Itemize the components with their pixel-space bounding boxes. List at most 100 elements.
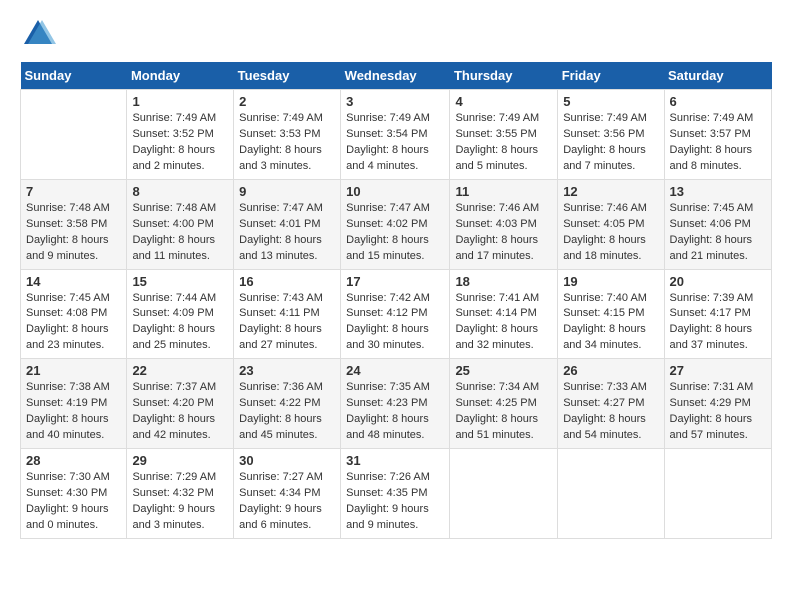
day-number: 18 bbox=[455, 274, 552, 289]
day-info: Sunrise: 7:29 AM Sunset: 4:32 PM Dayligh… bbox=[132, 470, 228, 534]
logo bbox=[20, 16, 60, 52]
day-info: Sunrise: 7:48 AM Sunset: 3:58 PM Dayligh… bbox=[26, 201, 121, 265]
calendar-cell: 30Sunrise: 7:27 AM Sunset: 4:34 PM Dayli… bbox=[234, 449, 341, 539]
day-info: Sunrise: 7:45 AM Sunset: 4:08 PM Dayligh… bbox=[26, 291, 121, 355]
calendar-table: SundayMondayTuesdayWednesdayThursdayFrid… bbox=[20, 62, 772, 539]
calendar-cell: 16Sunrise: 7:43 AM Sunset: 4:11 PM Dayli… bbox=[234, 269, 341, 359]
day-number: 10 bbox=[346, 184, 444, 199]
calendar-cell: 7 Sunrise: 7:48 AM Sunset: 3:58 PM Daylig… bbox=[21, 179, 127, 269]
calendar-cell: 11Sunrise: 7:46 AM Sunset: 4:03 PM Dayli… bbox=[450, 179, 558, 269]
weekday-header: Tuesday bbox=[234, 62, 341, 90]
day-number: 1 bbox=[132, 94, 228, 109]
day-info: Sunrise: 7:46 AM Sunset: 4:03 PM Dayligh… bbox=[455, 201, 552, 265]
day-number: 13 bbox=[670, 184, 766, 199]
day-info: Sunrise: 7:38 AM Sunset: 4:19 PM Dayligh… bbox=[26, 380, 121, 444]
day-info: Sunrise: 7:40 AM Sunset: 4:15 PM Dayligh… bbox=[563, 291, 658, 355]
day-info: Sunrise: 7:34 AM Sunset: 4:25 PM Dayligh… bbox=[455, 380, 552, 444]
calendar-cell bbox=[450, 449, 558, 539]
day-info: Sunrise: 7:36 AM Sunset: 4:22 PM Dayligh… bbox=[239, 380, 335, 444]
calendar-cell: 27 Sunrise: 7:31 AM Sunset: 4:29 PM Dayli… bbox=[664, 359, 771, 449]
calendar-cell: 31 Sunrise: 7:26 AM Sunset: 4:35 PM Dayli… bbox=[341, 449, 450, 539]
day-number: 5 bbox=[563, 94, 658, 109]
calendar-cell: 19 Sunrise: 7:40 AM Sunset: 4:15 PM Dayli… bbox=[558, 269, 664, 359]
calendar-week-row: 21 Sunrise: 7:38 AM Sunset: 4:19 PM Dayli… bbox=[21, 359, 772, 449]
day-info: Sunrise: 7:49 AM Sunset: 3:52 PM Dayligh… bbox=[132, 111, 228, 175]
day-number: 6 bbox=[670, 94, 766, 109]
day-number: 29 bbox=[132, 453, 228, 468]
day-number: 16 bbox=[239, 274, 335, 289]
calendar-cell: 8Sunrise: 7:48 AM Sunset: 4:00 PM Daylig… bbox=[127, 179, 234, 269]
day-info: Sunrise: 7:49 AM Sunset: 3:55 PM Dayligh… bbox=[455, 111, 552, 175]
day-info: Sunrise: 7:41 AM Sunset: 4:14 PM Dayligh… bbox=[455, 291, 552, 355]
calendar-cell: 21 Sunrise: 7:38 AM Sunset: 4:19 PM Dayli… bbox=[21, 359, 127, 449]
day-number: 27 bbox=[670, 363, 766, 378]
calendar-cell: 18 Sunrise: 7:41 AM Sunset: 4:14 PM Dayli… bbox=[450, 269, 558, 359]
calendar-week-row: 14 Sunrise: 7:45 AM Sunset: 4:08 PM Dayli… bbox=[21, 269, 772, 359]
calendar-week-row: 1 Sunrise: 7:49 AM Sunset: 3:52 PM Daylig… bbox=[21, 90, 772, 180]
day-info: Sunrise: 7:37 AM Sunset: 4:20 PM Dayligh… bbox=[132, 380, 228, 444]
day-number: 24 bbox=[346, 363, 444, 378]
day-info: Sunrise: 7:47 AM Sunset: 4:01 PM Dayligh… bbox=[239, 201, 335, 265]
day-info: Sunrise: 7:39 AM Sunset: 4:17 PM Dayligh… bbox=[670, 291, 766, 355]
day-info: Sunrise: 7:27 AM Sunset: 4:34 PM Dayligh… bbox=[239, 470, 335, 534]
day-info: Sunrise: 7:45 AM Sunset: 4:06 PM Dayligh… bbox=[670, 201, 766, 265]
day-info: Sunrise: 7:30 AM Sunset: 4:30 PM Dayligh… bbox=[26, 470, 121, 534]
day-info: Sunrise: 7:42 AM Sunset: 4:12 PM Dayligh… bbox=[346, 291, 444, 355]
calendar-cell: 5Sunrise: 7:49 AM Sunset: 3:56 PM Daylig… bbox=[558, 90, 664, 180]
calendar-cell: 12Sunrise: 7:46 AM Sunset: 4:05 PM Dayli… bbox=[558, 179, 664, 269]
day-number: 4 bbox=[455, 94, 552, 109]
day-number: 7 bbox=[26, 184, 121, 199]
day-number: 17 bbox=[346, 274, 444, 289]
calendar-header-row: SundayMondayTuesdayWednesdayThursdayFrid… bbox=[21, 62, 772, 90]
calendar-cell bbox=[558, 449, 664, 539]
calendar-cell: 4 Sunrise: 7:49 AM Sunset: 3:55 PM Daylig… bbox=[450, 90, 558, 180]
calendar-cell: 25 Sunrise: 7:34 AM Sunset: 4:25 PM Dayli… bbox=[450, 359, 558, 449]
day-info: Sunrise: 7:49 AM Sunset: 3:54 PM Dayligh… bbox=[346, 111, 444, 175]
day-number: 19 bbox=[563, 274, 658, 289]
day-info: Sunrise: 7:49 AM Sunset: 3:53 PM Dayligh… bbox=[239, 111, 335, 175]
day-number: 22 bbox=[132, 363, 228, 378]
day-info: Sunrise: 7:49 AM Sunset: 3:57 PM Dayligh… bbox=[670, 111, 766, 175]
calendar-cell: 10 Sunrise: 7:47 AM Sunset: 4:02 PM Dayli… bbox=[341, 179, 450, 269]
calendar-cell bbox=[21, 90, 127, 180]
day-number: 2 bbox=[239, 94, 335, 109]
weekday-header: Wednesday bbox=[341, 62, 450, 90]
logo-icon bbox=[20, 16, 56, 52]
calendar-cell: 15 Sunrise: 7:44 AM Sunset: 4:09 PM Dayli… bbox=[127, 269, 234, 359]
weekday-header: Sunday bbox=[21, 62, 127, 90]
calendar-cell: 2 Sunrise: 7:49 AM Sunset: 3:53 PM Daylig… bbox=[234, 90, 341, 180]
calendar-cell: 1 Sunrise: 7:49 AM Sunset: 3:52 PM Daylig… bbox=[127, 90, 234, 180]
calendar-cell: 13 Sunrise: 7:45 AM Sunset: 4:06 PM Dayli… bbox=[664, 179, 771, 269]
day-number: 25 bbox=[455, 363, 552, 378]
weekday-header: Friday bbox=[558, 62, 664, 90]
day-number: 21 bbox=[26, 363, 121, 378]
day-number: 31 bbox=[346, 453, 444, 468]
calendar-week-row: 7 Sunrise: 7:48 AM Sunset: 3:58 PM Daylig… bbox=[21, 179, 772, 269]
calendar-cell: 23 Sunrise: 7:36 AM Sunset: 4:22 PM Dayli… bbox=[234, 359, 341, 449]
day-info: Sunrise: 7:35 AM Sunset: 4:23 PM Dayligh… bbox=[346, 380, 444, 444]
day-number: 12 bbox=[563, 184, 658, 199]
calendar-week-row: 28 Sunrise: 7:30 AM Sunset: 4:30 PM Dayli… bbox=[21, 449, 772, 539]
day-info: Sunrise: 7:44 AM Sunset: 4:09 PM Dayligh… bbox=[132, 291, 228, 355]
calendar-cell: 22 Sunrise: 7:37 AM Sunset: 4:20 PM Dayli… bbox=[127, 359, 234, 449]
day-number: 23 bbox=[239, 363, 335, 378]
day-info: Sunrise: 7:31 AM Sunset: 4:29 PM Dayligh… bbox=[670, 380, 766, 444]
calendar-cell bbox=[664, 449, 771, 539]
calendar-cell: 9 Sunrise: 7:47 AM Sunset: 4:01 PM Daylig… bbox=[234, 179, 341, 269]
day-info: Sunrise: 7:26 AM Sunset: 4:35 PM Dayligh… bbox=[346, 470, 444, 534]
calendar-cell: 28 Sunrise: 7:30 AM Sunset: 4:30 PM Dayli… bbox=[21, 449, 127, 539]
day-number: 9 bbox=[239, 184, 335, 199]
calendar-cell: 17 Sunrise: 7:42 AM Sunset: 4:12 PM Dayli… bbox=[341, 269, 450, 359]
weekday-header: Monday bbox=[127, 62, 234, 90]
calendar-cell: 26Sunrise: 7:33 AM Sunset: 4:27 PM Dayli… bbox=[558, 359, 664, 449]
day-number: 14 bbox=[26, 274, 121, 289]
calendar-cell: 29 Sunrise: 7:29 AM Sunset: 4:32 PM Dayli… bbox=[127, 449, 234, 539]
day-number: 3 bbox=[346, 94, 444, 109]
header bbox=[20, 16, 772, 52]
weekday-header: Thursday bbox=[450, 62, 558, 90]
day-number: 26 bbox=[563, 363, 658, 378]
day-info: Sunrise: 7:47 AM Sunset: 4:02 PM Dayligh… bbox=[346, 201, 444, 265]
day-number: 28 bbox=[26, 453, 121, 468]
day-number: 15 bbox=[132, 274, 228, 289]
calendar-cell: 24 Sunrise: 7:35 AM Sunset: 4:23 PM Dayli… bbox=[341, 359, 450, 449]
